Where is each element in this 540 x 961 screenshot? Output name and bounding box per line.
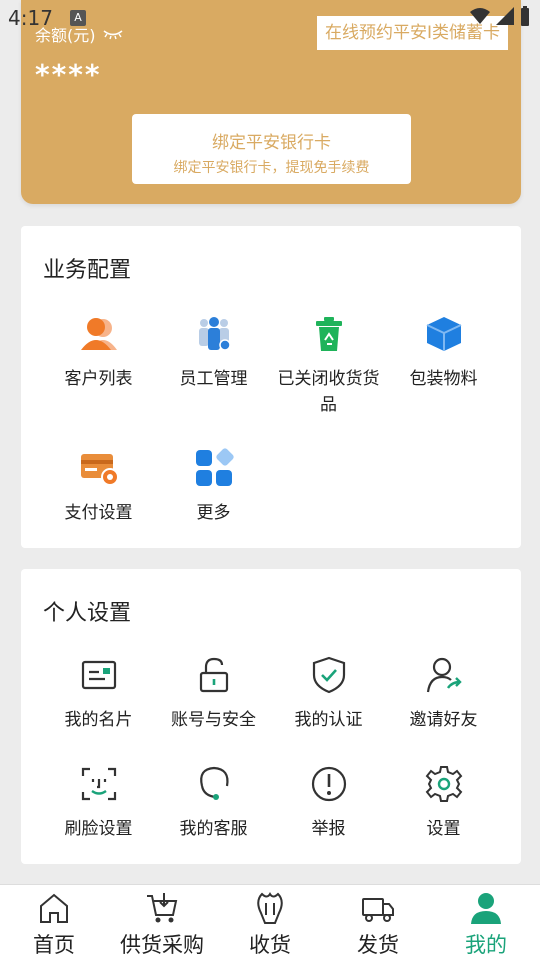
invite-user-icon bbox=[426, 657, 462, 693]
more-label: 更多 bbox=[196, 503, 231, 523]
packaging-materials-label: 包装物料 bbox=[409, 369, 478, 389]
report-label: 举报 bbox=[311, 819, 346, 839]
eye-closed-icon[interactable] bbox=[102, 28, 124, 40]
customer-list-icon bbox=[80, 318, 117, 350]
staff-management-label: 员工管理 bbox=[179, 369, 248, 389]
my-business-card-label: 我的名片 bbox=[64, 710, 133, 730]
nav-home[interactable]: 首页 bbox=[0, 891, 108, 959]
notification-icon: A bbox=[70, 10, 86, 26]
my-verification-label: 我的认证 bbox=[294, 710, 363, 730]
payment-settings-button[interactable]: 支付设置 bbox=[41, 448, 156, 526]
id-card-icon bbox=[81, 660, 116, 690]
personal-settings-panel: 个人设置 我的名片 账号与安全 我的认证 邀请好友 刷脸设置 我的客服 举报 设… bbox=[21, 569, 521, 864]
home-icon bbox=[40, 893, 68, 923]
nav-purchasing[interactable]: 供货采购 bbox=[108, 891, 216, 959]
bind-card-subtitle: 绑定平安银行卡，提现免手续费 bbox=[173, 160, 370, 176]
signal-icon bbox=[496, 7, 514, 25]
settings-label: 设置 bbox=[426, 819, 461, 839]
delivery-truck-icon bbox=[362, 898, 394, 922]
customer-list-label: 客户列表 bbox=[64, 369, 133, 389]
status-icons bbox=[470, 6, 530, 26]
payment-settings-label: 支付设置 bbox=[64, 503, 133, 523]
headset-icon bbox=[199, 766, 229, 800]
staff-icon bbox=[198, 317, 231, 351]
business-config-panel: 业务配置 客户列表 员工管理 已关闭收货货品 包装物料 支付设置 更多 bbox=[21, 226, 521, 548]
status-time: 4:17 bbox=[8, 6, 53, 30]
recycle-bin-icon bbox=[315, 317, 342, 351]
staff-management-button[interactable]: 员工管理 bbox=[156, 314, 271, 392]
nav-purchasing-label: 供货采购 bbox=[120, 933, 204, 957]
wifi-icon bbox=[470, 8, 490, 24]
face-scan-icon bbox=[81, 767, 116, 801]
face-recognition-label: 刷脸设置 bbox=[64, 819, 133, 839]
nav-receive-label: 收货 bbox=[249, 933, 291, 957]
invite-friends-label: 邀请好友 bbox=[409, 710, 478, 730]
account-security-label: 账号与安全 bbox=[171, 710, 256, 730]
face-recognition-button[interactable]: 刷脸设置 bbox=[41, 764, 156, 842]
settings-gear-icon bbox=[425, 766, 462, 802]
shopping-cart-icon bbox=[147, 893, 178, 923]
payment-card-icon bbox=[80, 454, 119, 486]
receive-goods-icon bbox=[257, 892, 283, 924]
battery-icon bbox=[521, 6, 529, 26]
bind-bank-card-button[interactable]: 绑定平安银行卡 绑定平安银行卡，提现免手续费 bbox=[132, 114, 411, 184]
customer-service-button[interactable]: 我的客服 bbox=[156, 764, 271, 842]
my-verification-button[interactable]: 我的认证 bbox=[271, 655, 386, 733]
report-button[interactable]: 举报 bbox=[271, 764, 386, 842]
nav-ship-label: 发货 bbox=[357, 933, 399, 957]
account-security-button[interactable]: 账号与安全 bbox=[156, 655, 271, 733]
lock-icon bbox=[199, 657, 228, 693]
nav-home-label: 首页 bbox=[33, 933, 75, 957]
user-profile-icon bbox=[471, 893, 501, 924]
alert-icon bbox=[311, 766, 346, 802]
more-button[interactable]: 更多 bbox=[156, 448, 271, 526]
nav-mine-label: 我的 bbox=[465, 933, 507, 957]
shield-check-icon bbox=[312, 656, 345, 694]
nav-receive[interactable]: 收货 bbox=[216, 891, 324, 959]
settings-button[interactable]: 设置 bbox=[386, 764, 501, 842]
closed-goods-button[interactable]: 已关闭收货货品 bbox=[271, 314, 386, 418]
closed-goods-label: 已关闭收货货品 bbox=[277, 369, 380, 415]
invite-friends-button[interactable]: 邀请好友 bbox=[386, 655, 501, 733]
nav-mine[interactable]: 我的 bbox=[432, 891, 540, 959]
customer-list-button[interactable]: 客户列表 bbox=[41, 314, 156, 392]
balance-card: 余额(元) **** 在线预约平安I类储蓄卡 绑定平安银行卡 绑定平安银行卡，提… bbox=[21, 0, 521, 204]
package-icon bbox=[426, 317, 461, 351]
bind-card-title: 绑定平安银行卡 bbox=[212, 133, 331, 153]
personal-settings-title: 个人设置 bbox=[43, 601, 132, 626]
my-business-card-button[interactable]: 我的名片 bbox=[41, 655, 156, 733]
nav-ship[interactable]: 发货 bbox=[324, 891, 432, 959]
more-grid-icon bbox=[195, 448, 234, 486]
balance-value: **** bbox=[35, 58, 102, 91]
customer-service-label: 我的客服 bbox=[179, 819, 248, 839]
packaging-materials-button[interactable]: 包装物料 bbox=[386, 314, 501, 392]
bottom-navigation: 首页 供货采购 收货 发货 我的 bbox=[0, 884, 540, 961]
business-config-title: 业务配置 bbox=[43, 258, 132, 283]
